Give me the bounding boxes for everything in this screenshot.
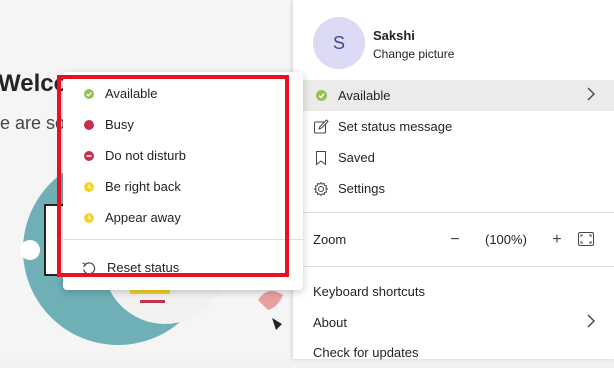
divider — [293, 266, 614, 267]
about-label: About — [313, 315, 347, 330]
avatar[interactable]: S — [313, 17, 365, 69]
chevron-right-icon — [586, 314, 596, 331]
settings-label: Settings — [338, 181, 385, 196]
check-updates-label: Check for updates — [313, 345, 419, 360]
chevron-right-icon — [586, 87, 596, 104]
status-option-do-not-disturb[interactable]: Do not disturb — [63, 140, 303, 171]
minus-icon — [86, 154, 92, 157]
user-name: Sakshi — [373, 28, 415, 43]
zoom-label: Zoom — [313, 232, 347, 247]
status-option-label: Busy — [105, 117, 134, 132]
zoom-value: (100%) — [485, 232, 527, 247]
about-row[interactable]: About — [293, 307, 614, 338]
status-option-label: Be right back — [105, 179, 181, 194]
status-option-label: Available — [105, 86, 158, 101]
status-option-busy[interactable]: Busy — [63, 109, 303, 140]
divider — [63, 239, 303, 240]
reset-icon — [82, 261, 96, 274]
available-status-icon — [313, 88, 329, 104]
welcome-heading: Welco — [0, 70, 69, 97]
edit-message-icon — [313, 118, 329, 135]
keyboard-shortcuts-label: Keyboard shortcuts — [313, 284, 426, 299]
status-option-available[interactable]: Available — [63, 78, 303, 109]
clock-hands-icon — [88, 215, 92, 219]
status-option-appear-away[interactable]: Appear away — [63, 202, 303, 233]
set-status-message-label: Set status message — [338, 119, 453, 134]
welcome-subtitle: e are so — [0, 113, 66, 133]
status-menu: Available Busy Do not disturb Be right b… — [63, 72, 303, 290]
divider — [293, 212, 614, 213]
saved-row[interactable]: Saved — [293, 142, 614, 173]
saved-label: Saved — [338, 150, 375, 165]
status-row[interactable]: Available — [293, 80, 614, 111]
reset-status-button[interactable]: Reset status — [63, 252, 303, 283]
gear-icon — [313, 181, 329, 197]
zoom-control: − (100%) + — [443, 231, 569, 249]
status-option-be-right-back[interactable]: Be right back — [63, 171, 303, 202]
profile-panel: S Sakshi Change picture Available Set st… — [293, 0, 614, 360]
reset-status-label: Reset status — [107, 260, 180, 275]
keyboard-shortcuts-row[interactable]: Keyboard shortcuts — [293, 276, 614, 307]
status-label: Available — [338, 88, 391, 103]
settings-row[interactable]: Settings — [293, 173, 614, 204]
set-status-message-row[interactable]: Set status message — [293, 111, 614, 142]
zoom-row: Zoom − (100%) + — [293, 224, 614, 255]
busy-icon — [84, 119, 94, 130]
fit-to-screen-icon[interactable] — [578, 232, 594, 246]
check-updates-row[interactable]: Check for updates — [293, 337, 614, 368]
checkmark-icon — [86, 91, 92, 97]
status-option-label: Appear away — [105, 210, 181, 225]
zoom-out-button[interactable]: − — [443, 231, 467, 249]
change-picture-link[interactable]: Change picture — [373, 47, 454, 61]
status-option-label: Do not disturb — [105, 148, 186, 163]
zoom-in-button[interactable]: + — [545, 231, 569, 249]
clock-hands-icon — [88, 184, 92, 188]
bookmark-icon — [313, 150, 329, 166]
